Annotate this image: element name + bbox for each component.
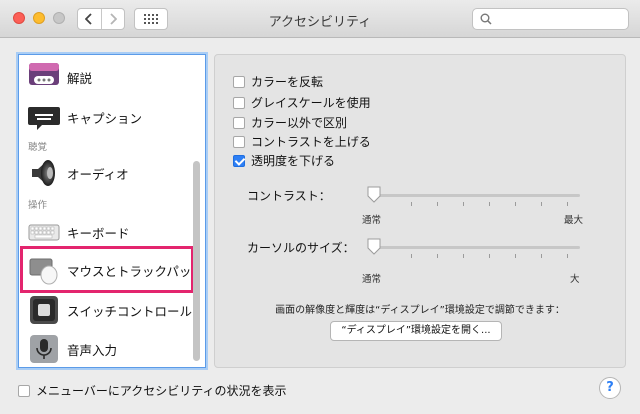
title-bar: アクセシビリティ [0, 0, 640, 38]
section-header-interaction: 操作 [28, 200, 48, 211]
increase-contrast-checkbox[interactable]: コントラストを上げる [233, 133, 371, 150]
slider-tick [515, 254, 516, 258]
invert-colors-checkbox[interactable]: カラーを反転 [233, 73, 323, 90]
checkbox-box[interactable] [233, 116, 245, 129]
checkbox-label: カラー以外で区別 [251, 116, 348, 130]
cursor-size-slider-track[interactable] [368, 246, 580, 249]
slider-tick [489, 254, 490, 258]
checkbox-label: メニューバーにアクセシビリティの状況を表示 [36, 384, 287, 398]
checkbox-box[interactable] [18, 384, 30, 397]
checkbox-box[interactable] [233, 154, 245, 167]
slider-tick [489, 202, 490, 206]
zoom-window-button[interactable] [53, 12, 65, 24]
chevron-left-icon [85, 13, 93, 25]
chevron-right-icon [110, 13, 117, 25]
sidebar-item-label: 解説 [67, 70, 93, 86]
help-button[interactable]: ? [599, 377, 621, 399]
switch-control-icon [30, 296, 58, 324]
checkbox-label: グレイスケールを使用 [251, 96, 371, 110]
search-input[interactable] [472, 8, 629, 30]
cursor-size-slider-thumb[interactable] [367, 238, 381, 255]
sidebar-item-descriptions[interactable]: 解説 [19, 57, 205, 97]
section-header-hearing: 聴覚 [28, 142, 48, 153]
slider-tick [541, 254, 542, 258]
checkbox-label: カラーを反転 [251, 75, 324, 89]
contrast-slider-track[interactable] [368, 194, 580, 197]
sidebar-item-label: 音声入力 [67, 342, 118, 358]
sidebar-item-dictation[interactable]: 音声入力 [19, 329, 205, 367]
back-button[interactable] [78, 9, 101, 29]
sidebar-item-label: オーディオ [67, 166, 129, 182]
grayscale-checkbox[interactable]: グレイスケールを使用 [233, 94, 371, 111]
sidebar-item-captions[interactable]: キャプション [19, 97, 205, 137]
contrast-label: コントラスト： [247, 189, 331, 203]
menubar-status-checkbox[interactable]: メニューバーにアクセシビリティの状況を表示 [18, 382, 287, 399]
sidebar-scrollbar[interactable] [193, 161, 200, 361]
slider-tick [437, 254, 438, 258]
cursor-size-max-label: 大 [570, 274, 580, 285]
contrast-max-label: 最大 [564, 215, 584, 226]
grid-icon [144, 14, 158, 24]
sidebar-item-label: スイッチコントロール [67, 303, 193, 319]
sidebar-item-audio[interactable]: オーディオ [19, 153, 205, 193]
navigation-buttons [77, 8, 125, 30]
forward-button[interactable] [100, 9, 124, 29]
minimize-window-button[interactable] [33, 12, 45, 24]
speaker-icon [32, 160, 55, 186]
slider-tick [411, 202, 412, 206]
differentiate-without-color-checkbox[interactable]: カラー以外で区別 [233, 114, 347, 131]
display-info-text: 画面の解像度と輝度は“ディスプレイ”環境設定で調節できます： [275, 305, 565, 316]
slider-tick [567, 202, 568, 206]
reduce-transparency-checkbox[interactable]: 透明度を下げる [233, 152, 335, 169]
window-title: アクセシビリティ [268, 15, 372, 30]
search-icon [480, 13, 492, 25]
keyboard-icon [28, 224, 60, 241]
slider-tick [541, 202, 542, 206]
sidebar-item-switch-control[interactable]: スイッチコントロール [19, 290, 205, 330]
checkbox-label: コントラストを上げる [251, 135, 371, 149]
slider-tick [567, 254, 568, 258]
cursor-size-min-label: 通常 [362, 274, 382, 285]
checkbox-box[interactable] [233, 135, 245, 148]
slider-tick [437, 202, 438, 206]
checkbox-box[interactable] [233, 96, 245, 109]
sidebar-item-label: キャプション [67, 110, 143, 126]
captions-icon [28, 107, 60, 130]
show-all-button[interactable] [134, 8, 168, 30]
selection-highlight-box [20, 246, 194, 293]
microphone-icon [30, 335, 58, 363]
checkbox-label: 透明度を下げる [251, 154, 336, 168]
checkbox-box[interactable] [233, 75, 245, 88]
cursor-size-label: カーソルのサイズ： [247, 241, 355, 255]
contrast-min-label: 通常 [362, 215, 382, 226]
contrast-slider-thumb[interactable] [367, 186, 381, 203]
slider-tick [463, 202, 464, 206]
slider-tick [411, 254, 412, 258]
sidebar-item-label: キーボード [67, 225, 130, 241]
slider-tick [463, 254, 464, 258]
speech-bubble-icon [29, 63, 59, 85]
slider-tick [515, 202, 516, 206]
close-window-button[interactable] [13, 12, 25, 24]
category-list[interactable]: 解説 キャプション 聴覚 オーディオ 操作 キーボード マウスとトラックパッ ス… [18, 54, 206, 368]
open-display-preferences-button[interactable]: “ディスプレイ”環境設定を開く... [330, 321, 502, 341]
